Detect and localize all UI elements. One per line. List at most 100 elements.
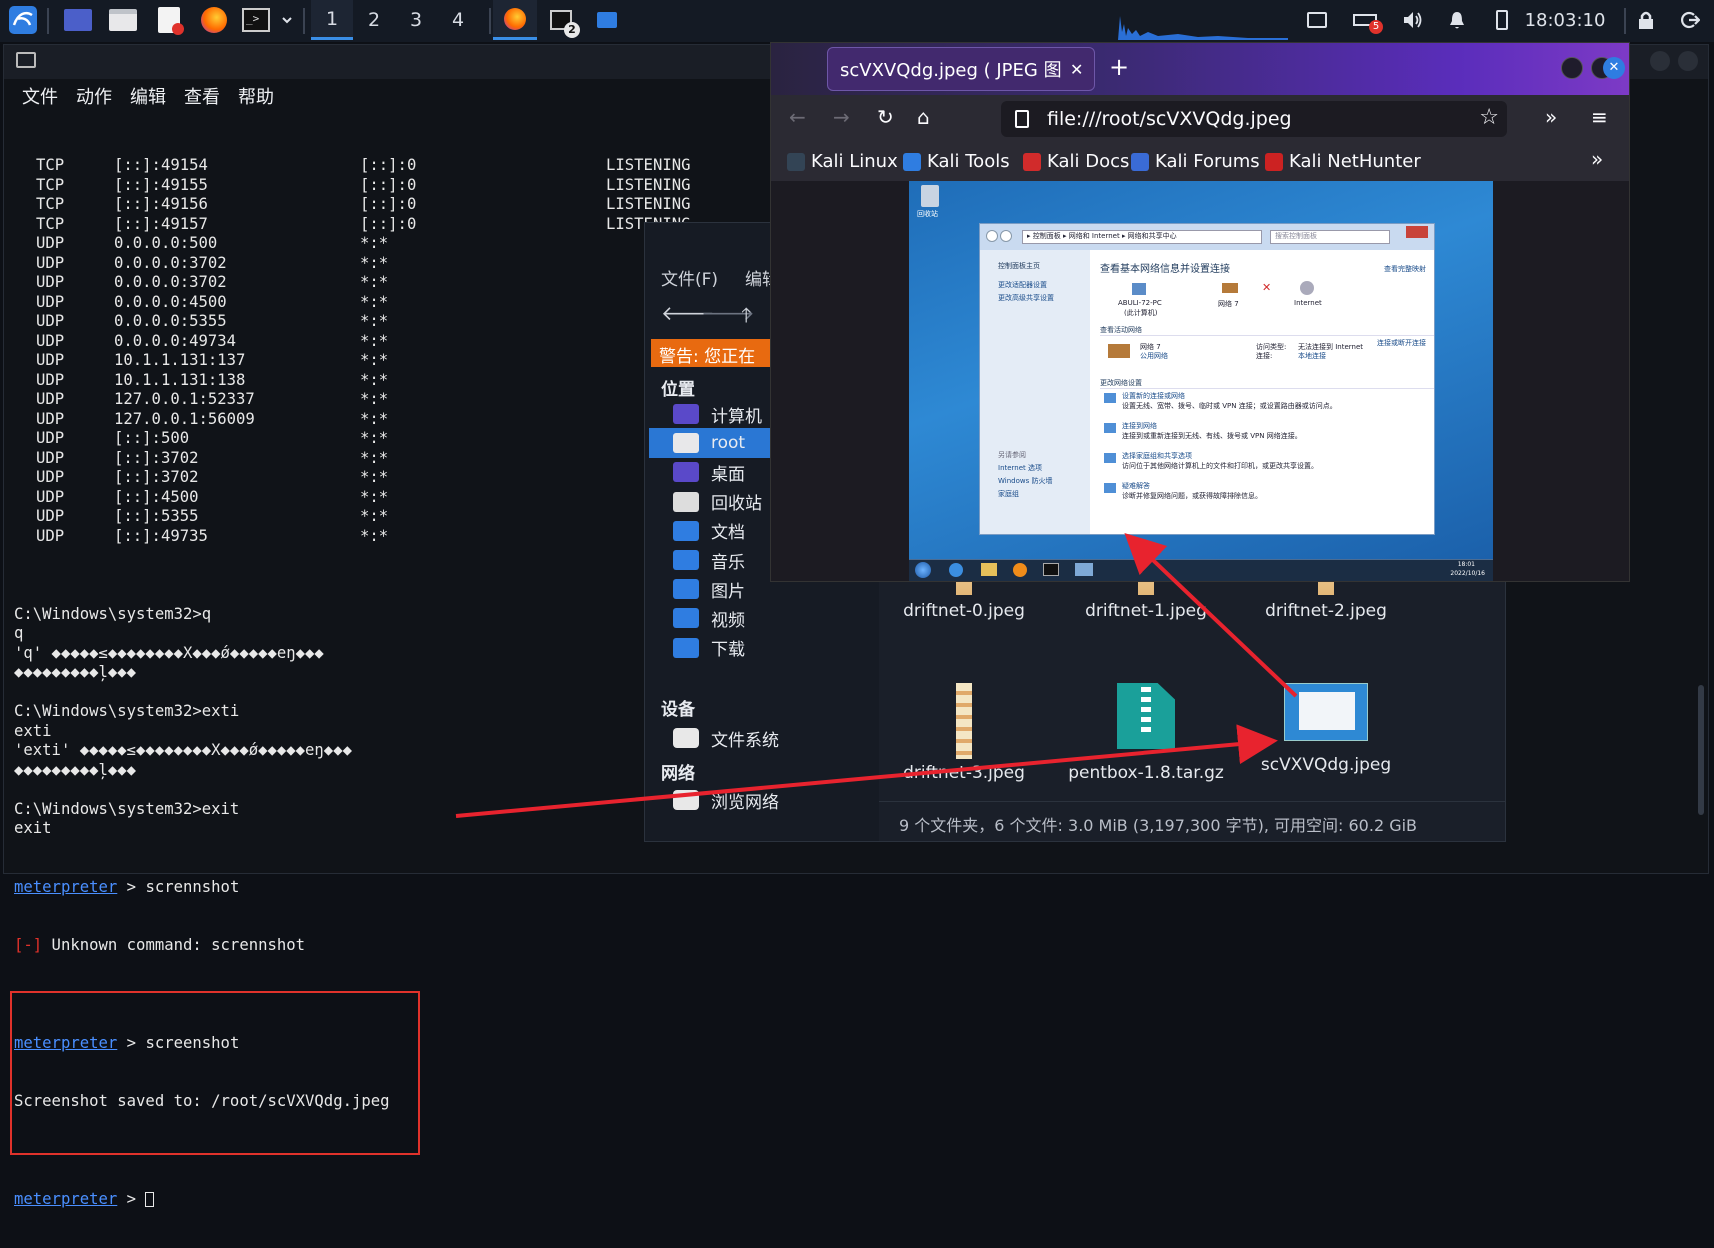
netstat-row: UDP 0.0.0.0:4500 *:* xyxy=(14,293,416,313)
menu-file[interactable]: 文件 xyxy=(22,83,58,109)
sidebar-item-browse-network[interactable]: 浏览网络 xyxy=(649,785,879,815)
netstat-state: LISTENING xyxy=(606,156,691,174)
workspace-2[interactable]: 2 xyxy=(353,0,395,40)
file-label: driftnet-3.jpeg xyxy=(903,763,1025,783)
kali-menu-icon[interactable] xyxy=(4,0,42,40)
image-viewer[interactable]: 回收站 ▸ 控制面板 ▸ 网络和 Internet ▸ 网络和共享中心 搜索控制… xyxy=(771,181,1629,581)
desktop-icon xyxy=(673,462,699,483)
netstat-remote: *:* xyxy=(360,507,389,525)
task-file-manager[interactable] xyxy=(585,0,629,40)
bookmark-kali-forums[interactable]: Kali Forums xyxy=(1131,151,1260,172)
forward-arrow-icon[interactable]: → xyxy=(833,105,850,129)
terminal-line: 'exti' ◆◆◆◆◆≤◆◆◆◆◆◆◆◆X◆◆◆ǿ◆◆◆◆◆eŋ◆◆◆ xyxy=(14,741,352,759)
bookmark-kali-nethunter[interactable]: Kali NetHunter xyxy=(1265,151,1421,172)
overflow-chevron-icon[interactable]: » xyxy=(1545,105,1557,129)
bookmark-kali-docs[interactable]: Kali Docs xyxy=(1023,151,1129,172)
sidebar-item-label: 浏览网络 xyxy=(711,792,779,813)
bookmarks-overflow-icon[interactable]: » xyxy=(1591,147,1603,171)
terminal-maximize-button[interactable] xyxy=(1678,51,1698,71)
workspace-4[interactable]: 4 xyxy=(437,0,479,40)
terminal-scrollbar[interactable] xyxy=(1698,685,1704,815)
win7-task-desc: 诊断并修复网络问题，或获得故障排除信息。 xyxy=(1122,492,1262,500)
netstat-remote: *:* xyxy=(360,292,389,311)
display-icon[interactable] xyxy=(1302,0,1332,40)
bookmark-kali-linux[interactable]: Kali Linux xyxy=(787,151,898,172)
terminal-menubar: 文件 动作 编辑 查看 帮助 xyxy=(22,83,274,109)
url-text: file:///root/scVXVQdg.jpeg xyxy=(1047,108,1292,130)
win7-tray-time: 18:01 xyxy=(1457,561,1475,568)
terminal-output[interactable]: TCP [::]:49154 [::]:0 LISTENING TCP [::]:4915… xyxy=(10,117,691,1248)
sidebar-item-videos[interactable]: 视频 xyxy=(649,603,879,633)
battery-icon[interactable] xyxy=(1488,0,1516,40)
win7-link: 查看完整映射 xyxy=(1384,265,1426,273)
netstat-row: TCP [::]:49155 [::]:0 LISTENING xyxy=(14,176,691,196)
image-thumbnail xyxy=(1284,683,1368,741)
task-firefox[interactable] xyxy=(493,0,537,40)
file-scVXVQdg[interactable]: scVXVQdg.jpeg xyxy=(1241,683,1411,775)
win7-side-link: 更改适配器设置 xyxy=(998,281,1047,289)
bell-icon[interactable] xyxy=(1442,0,1472,40)
menu-view[interactable]: 查看 xyxy=(184,83,220,109)
terminal-icon[interactable]: _> xyxy=(238,0,274,40)
file-manager-icon[interactable] xyxy=(103,0,143,40)
back-arrow-icon[interactable]: ← xyxy=(789,105,806,129)
star-icon[interactable]: ☆ xyxy=(1479,105,1499,130)
text-editor-icon[interactable] xyxy=(149,0,189,40)
window-close-icon[interactable]: ✕ xyxy=(1603,57,1625,79)
file-driftnet-3[interactable]: driftnet-3.jpeg xyxy=(879,683,1049,783)
lock-icon[interactable] xyxy=(1630,0,1662,40)
netstat-row: UDP 0.0.0.0:49734 *:* xyxy=(14,332,416,352)
bench-icon xyxy=(1222,283,1238,293)
netstat-state: LISTENING xyxy=(606,195,691,213)
url-bar[interactable]: file:///root/scVXVQdg.jpeg ☆ xyxy=(1001,101,1507,137)
netstat-remote: *:* xyxy=(360,253,389,272)
menu-edit[interactable]: 编辑 xyxy=(130,83,166,109)
logout-icon[interactable] xyxy=(1674,0,1706,40)
sidebar-item-downloads[interactable]: 下载 xyxy=(649,633,879,663)
chevron-down-icon[interactable] xyxy=(276,0,298,40)
task-count-badge: 2 xyxy=(564,22,580,38)
terminal-line: ◆◆◆◆◆◆◆◆◆ļ◆◆◆ xyxy=(14,760,137,779)
bookmark-label: Kali Linux xyxy=(811,151,898,172)
nav-bar: ← → ↻ ⌂ file:///root/scVXVQdg.jpeg ☆ » ≡ xyxy=(771,95,1629,143)
sidebar-item-label: 文档 xyxy=(711,523,745,544)
bookmark-kali-tools[interactable]: Kali Tools xyxy=(903,151,1010,172)
network-center-task-icon xyxy=(1075,563,1093,576)
workspace-3[interactable]: 3 xyxy=(395,0,437,40)
menu-action[interactable]: 动作 xyxy=(76,83,112,109)
firefox-icon[interactable] xyxy=(194,0,234,40)
reload-icon[interactable]: ↻ xyxy=(877,105,894,129)
screenshot-saved-line: Screenshot saved to: /root/scVXVQdg.jpeg xyxy=(14,1092,390,1110)
highlight-box: meterpreter > screenshot Screenshot save… xyxy=(10,990,420,1155)
win7-tasks: 设置新的连接或网络 设置无线、宽带、拨号、临时或 VPN 连接；或设置路由器或访问… xyxy=(1100,391,1434,509)
netstat-remote: *:* xyxy=(360,331,389,350)
win7-section: 更改网络设置 xyxy=(1100,378,1434,389)
menu-help[interactable]: 帮助 xyxy=(238,83,274,109)
clock[interactable]: 18:03:10 xyxy=(1520,0,1610,40)
terminal-minimize-button[interactable] xyxy=(1650,51,1670,71)
terminal-icon xyxy=(16,52,36,68)
workspace-1[interactable]: 1 xyxy=(311,0,353,40)
new-tab-button[interactable]: + xyxy=(1109,53,1129,81)
menu-file[interactable]: 文件(F) xyxy=(661,265,718,290)
win7-side-link: 更改高级共享设置 xyxy=(998,294,1054,302)
task-terminal[interactable]: 2 xyxy=(539,0,583,40)
sidebar-item-filesystem[interactable]: 文件系统 xyxy=(649,723,879,753)
file-pentbox[interactable]: pentbox-1.8.tar.gz xyxy=(1061,683,1231,783)
firefox-window[interactable]: scVXVQdg.jpeg ( JPEG 图像 ✕ + ✕ ← → ↻ ⌂ fi… xyxy=(770,42,1630,582)
home-icon[interactable]: ⌂ xyxy=(917,105,930,129)
file-label: driftnet-2.jpeg xyxy=(1265,601,1387,621)
close-icon[interactable]: ✕ xyxy=(1070,60,1083,79)
up-arrow-icon[interactable]: 🡑 xyxy=(741,301,751,335)
win7-task-title: 疑难解答 xyxy=(1122,482,1150,490)
volume-icon[interactable] xyxy=(1398,0,1428,40)
bookmark-label: Kali Docs xyxy=(1047,151,1130,172)
hamburger-menu-icon[interactable]: ≡ xyxy=(1591,105,1608,129)
desktop-icon[interactable] xyxy=(58,0,98,40)
netstat-proto: TCP xyxy=(36,214,65,233)
netstat-row: TCP [::]:49154 [::]:0 LISTENING xyxy=(14,156,691,176)
network-icon[interactable]: 5 xyxy=(1348,0,1383,40)
window-minimize-button[interactable] xyxy=(1561,57,1583,79)
netstat-remote: [::]:0 xyxy=(360,195,417,213)
tab-image[interactable]: scVXVQdg.jpeg ( JPEG 图像 ✕ xyxy=(827,47,1095,91)
